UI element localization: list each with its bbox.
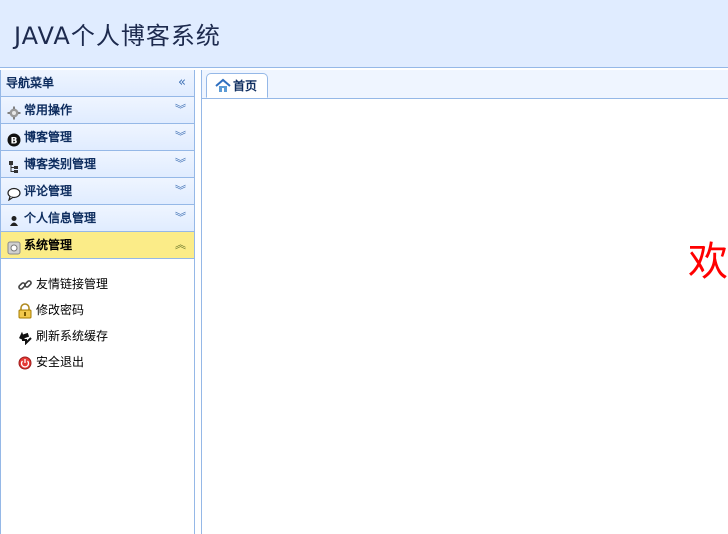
user-icon <box>7 211 21 226</box>
menu-item-label: 安全退出 <box>36 355 85 369</box>
app-title: JAVA个人博客系统 <box>14 22 221 50</box>
lock-icon <box>17 302 33 318</box>
nav-panel-header: 导航菜单 « <box>1 70 194 97</box>
nav-section-label: 博客类别管理 <box>24 157 97 171</box>
nav-section-comment[interactable]: 评论管理 ︾ <box>1 178 194 205</box>
nav-section-blog[interactable]: B 博客管理 ︾ <box>1 124 194 151</box>
nav-panel: 导航菜单 « 常用操作 ︾ B 博客管理 ︾ 博客类别管理 ︾ 评论管理 ︾ 个… <box>0 70 195 534</box>
menu-item-label: 修改密码 <box>36 303 85 317</box>
chevron-down-icon: ︾ <box>175 130 186 143</box>
home-icon <box>215 78 231 94</box>
menu-item-label: 友情链接管理 <box>36 277 109 291</box>
main-tab-panel: 首页 欢 <box>201 70 728 534</box>
nav-section-system[interactable]: 系统管理 ︽ <box>1 232 194 259</box>
tab-label: 首页 <box>233 79 258 93</box>
tab-bar: 首页 <box>202 70 728 99</box>
refresh-icon <box>17 328 33 345</box>
tab-home[interactable]: 首页 <box>206 73 269 98</box>
nav-section-label: 个人信息管理 <box>24 211 97 225</box>
blog-icon: B <box>7 130 21 146</box>
nav-section-label: 博客管理 <box>24 130 73 144</box>
nav-section-label: 评论管理 <box>24 184 73 198</box>
menu-item-links[interactable]: 友情链接管理 <box>1 271 194 297</box>
gear-icon <box>7 103 21 119</box>
menu-item-refresh-cache[interactable]: 刷新系统缓存 <box>1 323 194 349</box>
nav-section-label: 常用操作 <box>24 103 73 117</box>
chevron-down-icon: ︾ <box>175 184 186 197</box>
welcome-text: 欢 <box>688 239 728 285</box>
app-header: JAVA个人博客系统 <box>0 0 728 68</box>
nav-section-profile[interactable]: 个人信息管理 ︾ <box>1 205 194 232</box>
nav-panel-title: 导航菜单 <box>6 76 55 90</box>
chevron-down-icon: ︾ <box>175 157 186 170</box>
nav-section-category[interactable]: 博客类别管理 ︾ <box>1 151 194 178</box>
chevron-down-icon: ︾ <box>175 103 186 116</box>
tree-icon <box>7 157 21 173</box>
chevron-down-icon: ︾ <box>175 211 186 224</box>
nav-section-system-body: 友情链接管理 修改密码 刷新系统缓存 安全退出 <box>1 259 194 375</box>
svg-text:B: B <box>11 136 18 146</box>
tab-content: 欢 <box>202 99 728 534</box>
menu-item-label: 刷新系统缓存 <box>36 329 109 343</box>
nav-section-common[interactable]: 常用操作 ︾ <box>1 97 194 124</box>
exit-icon <box>17 354 33 370</box>
double-chevron-left-icon[interactable]: « <box>178 70 186 96</box>
menu-item-change-password[interactable]: 修改密码 <box>1 297 194 323</box>
comment-icon <box>7 184 21 201</box>
nav-section-label: 系统管理 <box>24 238 73 252</box>
link-icon <box>17 276 33 292</box>
chevron-up-icon: ︽ <box>175 238 186 251</box>
system-icon <box>7 238 21 254</box>
menu-item-logout[interactable]: 安全退出 <box>1 349 194 375</box>
